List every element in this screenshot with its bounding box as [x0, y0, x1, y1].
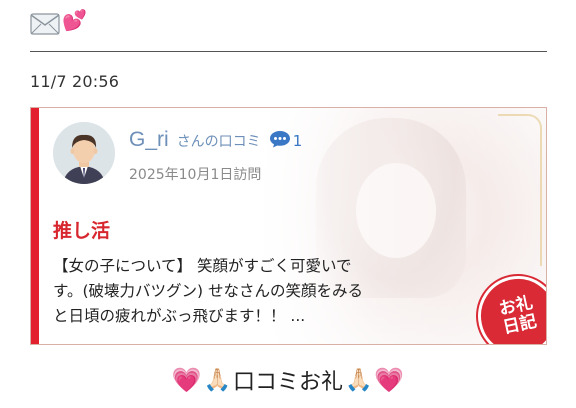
review-body-line: 【女の子について】 笑顔がすごく可愛いで [53, 257, 352, 275]
footer-title-row: 💗 🙏🏻 口コミお礼 🙏🏻 💗 [0, 364, 576, 396]
post-timestamp: 11/7 20:56 [30, 72, 120, 91]
avatar [53, 122, 115, 184]
stamp-line: 日記 [501, 311, 539, 339]
gold-frame [498, 114, 542, 266]
review-card[interactable]: G_ri さんの口コミ 1 2025年10月1日訪問 推し活 【女の子について】… [30, 107, 547, 345]
reviewer-name[interactable]: G_ri [129, 128, 169, 152]
two-hearts-icon: 💕 [62, 8, 87, 32]
accent-bar [31, 108, 39, 344]
review-headline: 推し活 [53, 220, 111, 242]
praying-hands-icon: 🙏🏻 [345, 367, 373, 393]
heart-icon: 💗 [374, 366, 405, 394]
heart-icon: 💗 [171, 366, 202, 394]
comment-bubble-icon[interactable] [269, 130, 291, 148]
review-body-line: す。(破壊力バツグン) せなさんの笑顔をみる [53, 282, 363, 300]
praying-hands-icon: 🙏🏻 [203, 367, 231, 393]
comment-count: 1 [292, 132, 303, 150]
visit-date: 2025年10月1日訪問 [129, 167, 262, 183]
review-body: 【女の子について】 笑顔がすごく可愛いで す。(破壊力バツグン) せなさんの笑顔… [53, 254, 433, 329]
divider [30, 51, 547, 52]
reviewer-suffix: さんの口コミ [176, 134, 261, 150]
reviewer-line: G_ri さんの口コミ 1 [129, 128, 302, 152]
review-body-line: と日頃の疲れがぶっ飛びます！！ ... [53, 307, 306, 325]
envelope-icon [30, 13, 60, 35]
header-icons: 💕 [30, 6, 87, 40]
footer-title: 口コミお礼 [232, 370, 343, 395]
